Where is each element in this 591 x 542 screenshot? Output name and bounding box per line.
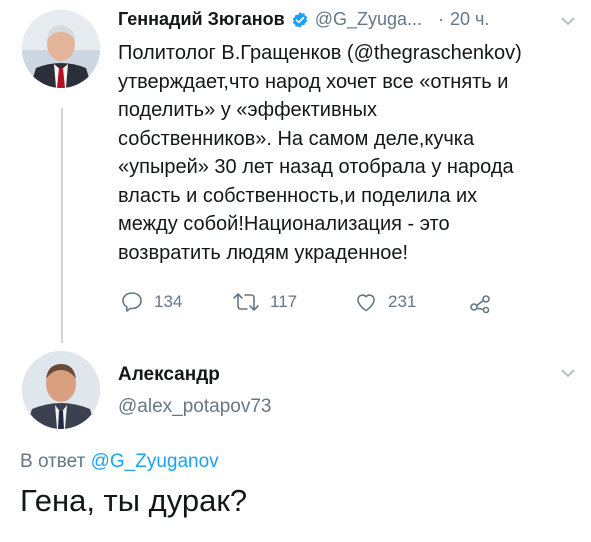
reply-chevron-down-icon[interactable] — [560, 368, 576, 378]
reply-author-handle[interactable]: @alex_potapov73 — [118, 396, 271, 418]
reply-context: В ответ @G_Zyuganov — [20, 451, 219, 473]
reply-count: 134 — [154, 292, 183, 311]
author-name[interactable]: Геннадий Зюганов — [118, 9, 285, 30]
tweet-header: Геннадий Зюганов @G_Zyuga... · 20 ч. — [118, 9, 489, 30]
tweet-text-line: между собой!Национализация - это — [118, 213, 450, 235]
reply-target-link[interactable]: @G_Zyuganov — [91, 451, 219, 472]
like-action[interactable]: 231 — [354, 290, 416, 314]
tweet-text-line: возвратить людям украденное! — [118, 241, 409, 264]
reply-prefix: В ответ — [20, 451, 86, 472]
tweet-text-line: Политолог В.Гращенков (@thegraschenkov) — [118, 42, 522, 64]
tweet-time[interactable]: 20 ч. — [450, 9, 489, 30]
separator-dot: · — [438, 9, 445, 29]
reply-action[interactable]: 134 — [120, 290, 182, 314]
tweet-text: Политолог В.Гращенков (@thegraschenkov) … — [118, 39, 578, 267]
share-icon[interactable] — [468, 291, 492, 315]
like-count: 231 — [388, 292, 417, 311]
retweet-action[interactable]: 117 — [232, 290, 297, 314]
reply-header: Александр @alex_potapov73 — [118, 364, 271, 418]
tweet-text-line: утверждает,что народ хочет все «отнять и — [118, 70, 509, 93]
tweet-text-line: власть и собственность,и поделила их — [118, 184, 478, 207]
reply-text: Гена, ты дурак? — [20, 483, 248, 518]
chevron-down-icon[interactable] — [560, 16, 576, 26]
tweet-text-line: «упырей» 30 лет назад отобрала у народа — [118, 156, 514, 178]
verified-badge-icon — [291, 11, 309, 29]
author-handle[interactable]: @G_Zyuga... — [315, 9, 422, 30]
retweet-icon — [232, 290, 260, 314]
thread-line — [61, 108, 63, 343]
reply-icon — [120, 290, 144, 314]
retweet-count: 117 — [270, 292, 298, 311]
tweet-text-line: собственников». На самом деле,кучка — [118, 127, 475, 150]
author-avatar[interactable] — [22, 10, 100, 88]
tweet-text-line: поделить» у «эффективных — [118, 99, 378, 121]
reply-author-avatar[interactable] — [22, 351, 100, 429]
reply-author-name[interactable]: Александр — [118, 364, 271, 386]
heart-icon — [354, 290, 378, 314]
